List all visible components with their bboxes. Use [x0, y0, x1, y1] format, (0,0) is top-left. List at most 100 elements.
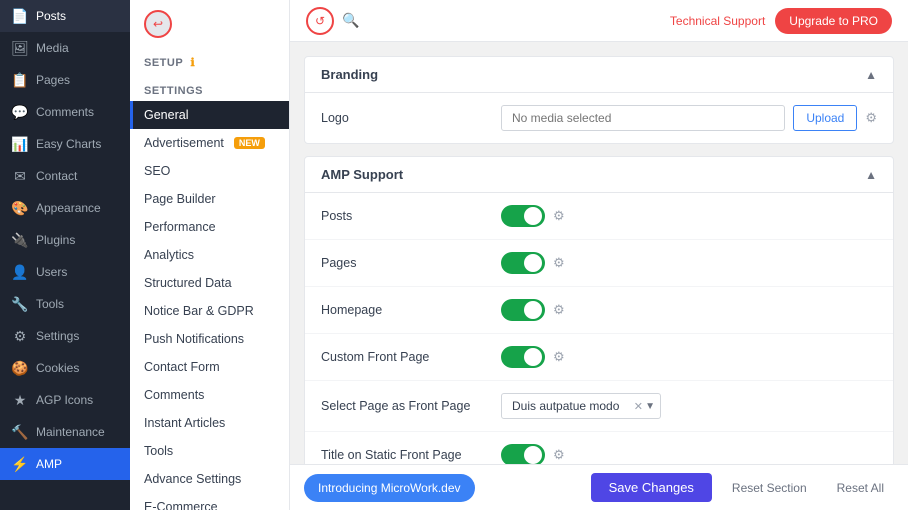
posts-control: ⚙ — [501, 205, 877, 227]
agp-icons-icon: ★ — [12, 392, 28, 408]
setup-section-label: Setup ℹ — [130, 48, 289, 73]
sidebar-item-cookies[interactable]: 🍪 Cookies — [0, 352, 130, 384]
pages-toggle[interactable] — [501, 252, 545, 274]
pages-toggle-knob — [524, 254, 542, 272]
back-button[interactable]: ↩ — [144, 10, 172, 38]
sidebar-item-amp[interactable]: ⚡ AMP — [0, 448, 130, 480]
contact-icon: ✉ — [12, 168, 28, 184]
amp-support-title: AMP Support — [321, 167, 403, 182]
select-front-page-control: Duis autpatue modo ✕ ▼ — [501, 393, 877, 419]
sidebar-item-settings[interactable]: ⚙ Settings — [0, 320, 130, 352]
setup-info-icon: ℹ — [191, 57, 196, 69]
easy-charts-icon: 📊 — [12, 136, 28, 152]
sidebar-item-maintenance[interactable]: 🔨 Maintenance — [0, 416, 130, 448]
sidebar-item-contact[interactable]: ✉ Contact — [0, 160, 130, 192]
pages-control: ⚙ — [501, 252, 877, 274]
logo-input[interactable] — [501, 105, 785, 131]
homepage-toggle-row: Homepage ⚙ — [305, 287, 893, 334]
logo-help-icon: ⚙ — [865, 110, 877, 126]
custom-front-page-help-icon: ⚙ — [553, 349, 565, 365]
sidebar-item-appearance[interactable]: 🎨 Appearance — [0, 192, 130, 224]
sidebar-item-agp-icons[interactable]: ★ AGP Icons — [0, 384, 130, 416]
select-arrow-icon: ▼ — [645, 401, 655, 412]
custom-front-page-toggle-knob — [524, 348, 542, 366]
posts-toggle[interactable] — [501, 205, 545, 227]
top-back-button[interactable]: ↺ — [306, 7, 334, 35]
sidebar-item-pages[interactable]: 📋 Pages — [0, 64, 130, 96]
homepage-control: ⚙ — [501, 299, 877, 321]
sidebar-item-posts[interactable]: 📄 Posts — [0, 0, 130, 32]
sidebar-item-plugins[interactable]: 🔌 Plugins — [0, 224, 130, 256]
middle-item-advance-settings[interactable]: Advance Settings — [130, 465, 289, 493]
sidebar-item-users[interactable]: 👤 Users — [0, 256, 130, 288]
title-static-front-page-label: Title on Static Front Page — [321, 448, 501, 462]
branding-section-title: Branding — [321, 67, 378, 82]
middle-item-general[interactable]: General — [130, 101, 289, 129]
posts-icon: 📄 — [12, 8, 28, 24]
title-static-front-page-row: Title on Static Front Page ⚙ — [305, 432, 893, 464]
tools-icon: 🔧 — [12, 296, 28, 312]
middle-item-structured-data[interactable]: Structured Data — [130, 269, 289, 297]
main-content: ↺ 🔍 Technical Support Upgrade to PRO Bra… — [290, 0, 908, 510]
middle-item-seo[interactable]: SEO — [130, 157, 289, 185]
middle-item-instant-articles[interactable]: Instant Articles — [130, 409, 289, 437]
top-bar-left: ↺ 🔍 — [306, 7, 359, 35]
sidebar-item-easy-charts[interactable]: 📊 Easy Charts — [0, 128, 130, 160]
refresh-icon: ↺ — [315, 14, 325, 28]
settings-section-label: Settings — [130, 77, 289, 101]
middle-item-push-notifications[interactable]: Push Notifications — [130, 325, 289, 353]
intro-button[interactable]: Introducing MicroWork.dev — [304, 474, 475, 502]
middle-item-tools[interactable]: Tools — [130, 437, 289, 465]
select-clear-icon[interactable]: ✕ — [634, 400, 643, 413]
plugins-icon: 🔌 — [12, 232, 28, 248]
middle-item-performance[interactable]: Performance — [130, 213, 289, 241]
maintenance-icon: 🔨 — [12, 424, 28, 440]
tech-support-link[interactable]: Technical Support — [670, 14, 765, 28]
posts-help-icon: ⚙ — [553, 208, 565, 224]
middle-item-contact-form[interactable]: Contact Form — [130, 353, 289, 381]
title-static-front-page-control: ⚙ — [501, 444, 877, 464]
sidebar-item-media[interactable]: 🖼 Media — [0, 32, 130, 64]
amp-support-chevron-icon: ▲ — [865, 168, 877, 182]
pages-toggle-row: Pages ⚙ — [305, 240, 893, 287]
sidebar-item-comments[interactable]: 💬 Comments — [0, 96, 130, 128]
comments-icon: 💬 — [12, 104, 28, 120]
middle-item-page-builder[interactable]: Page Builder — [130, 185, 289, 213]
custom-front-page-toggle-row: Custom Front Page ⚙ — [305, 334, 893, 381]
custom-front-page-toggle[interactable] — [501, 346, 545, 368]
settings-icon: ⚙ — [12, 328, 28, 344]
custom-front-page-control: ⚙ — [501, 346, 877, 368]
back-arrow-icon: ↩ — [153, 17, 163, 31]
custom-front-page-label: Custom Front Page — [321, 350, 501, 364]
homepage-toggle[interactable] — [501, 299, 545, 321]
cookies-icon: 🍪 — [12, 360, 28, 376]
save-changes-button[interactable]: Save Changes — [591, 473, 712, 502]
homepage-help-icon: ⚙ — [553, 302, 565, 318]
content-area: Branding ▲ Logo Upload ⚙ AMP Support ▲ P… — [290, 42, 908, 464]
reset-all-button[interactable]: Reset All — [827, 474, 894, 502]
middle-item-analytics[interactable]: Analytics — [130, 241, 289, 269]
amp-icon: ⚡ — [12, 456, 28, 472]
reset-section-button[interactable]: Reset Section — [722, 474, 817, 502]
middle-item-advertisement[interactable]: Advertisement NEW — [130, 129, 289, 157]
pages-label: Pages — [321, 256, 501, 270]
select-front-page-row: Select Page as Front Page Duis autpatue … — [305, 381, 893, 432]
pages-icon: 📋 — [12, 72, 28, 88]
logo-row: Logo Upload ⚙ — [305, 93, 893, 143]
middle-item-comments[interactable]: Comments — [130, 381, 289, 409]
select-front-page-label: Select Page as Front Page — [321, 399, 501, 413]
middle-item-notice-bar-gdpr[interactable]: Notice Bar & GDPR — [130, 297, 289, 325]
sidebar-item-tools[interactable]: 🔧 Tools — [0, 288, 130, 320]
middle-item-e-commerce[interactable]: E-Commerce — [130, 493, 289, 510]
title-static-toggle[interactable] — [501, 444, 545, 464]
posts-toggle-knob — [524, 207, 542, 225]
branding-section-header[interactable]: Branding ▲ — [305, 57, 893, 93]
posts-toggle-row: Posts ⚙ — [305, 193, 893, 240]
amp-support-header[interactable]: AMP Support ▲ — [305, 157, 893, 193]
upgrade-button[interactable]: Upgrade to PRO — [775, 8, 892, 34]
top-bar-right: Technical Support Upgrade to PRO — [670, 8, 892, 34]
homepage-label: Homepage — [321, 303, 501, 317]
upload-button[interactable]: Upload — [793, 105, 857, 131]
new-badge: NEW — [234, 137, 265, 149]
posts-label: Posts — [321, 209, 501, 223]
